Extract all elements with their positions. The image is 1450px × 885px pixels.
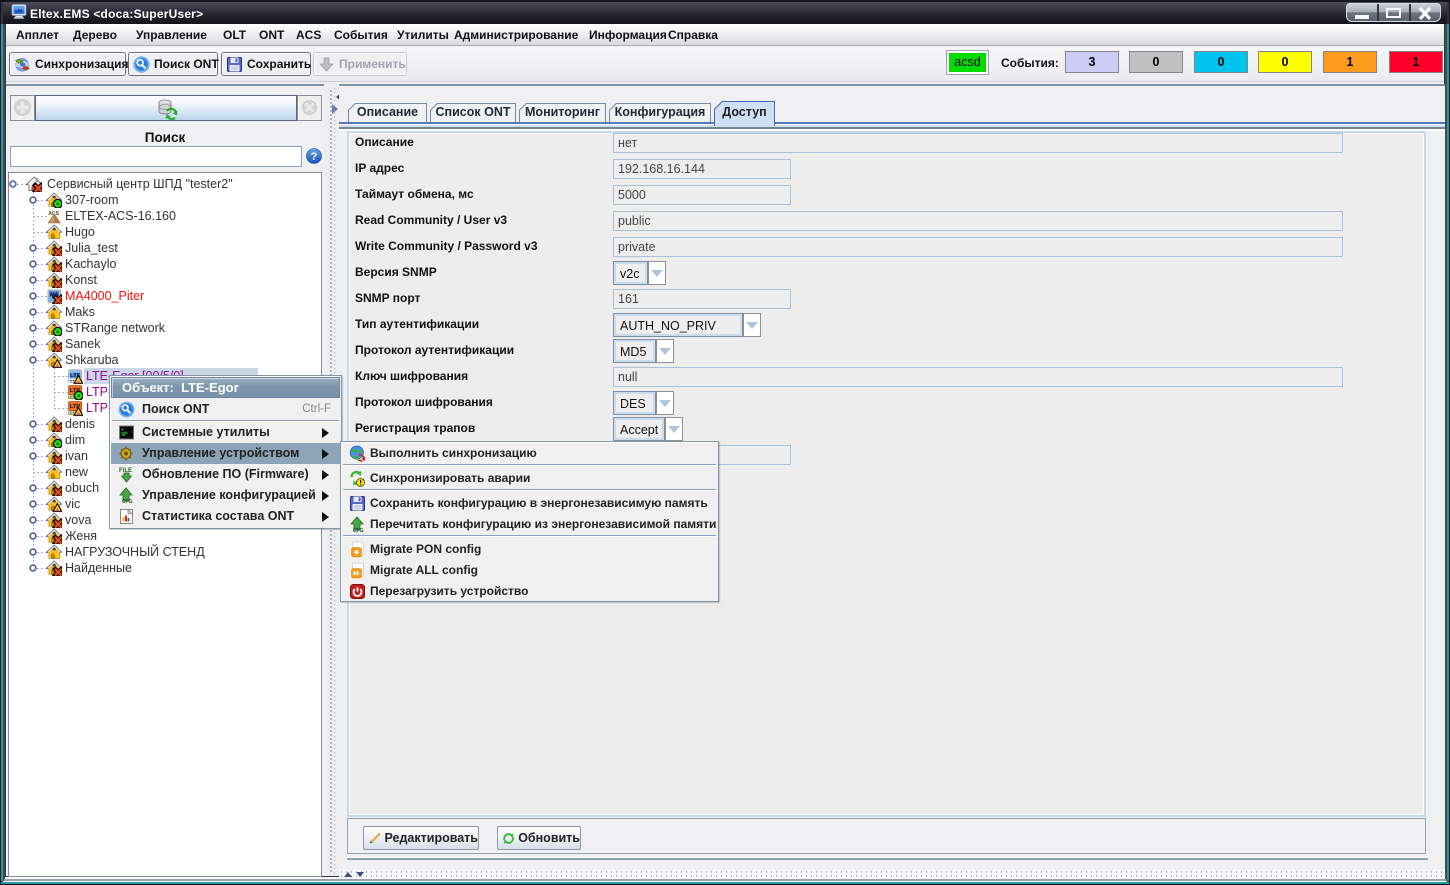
- svg-text:CFG: CFG: [353, 528, 364, 533]
- svg-text:eM: eM: [15, 9, 22, 15]
- svg-text:>_: >_: [121, 427, 127, 432]
- svg-text:CFG: CFG: [122, 499, 133, 504]
- svg-text:?: ?: [311, 151, 318, 163]
